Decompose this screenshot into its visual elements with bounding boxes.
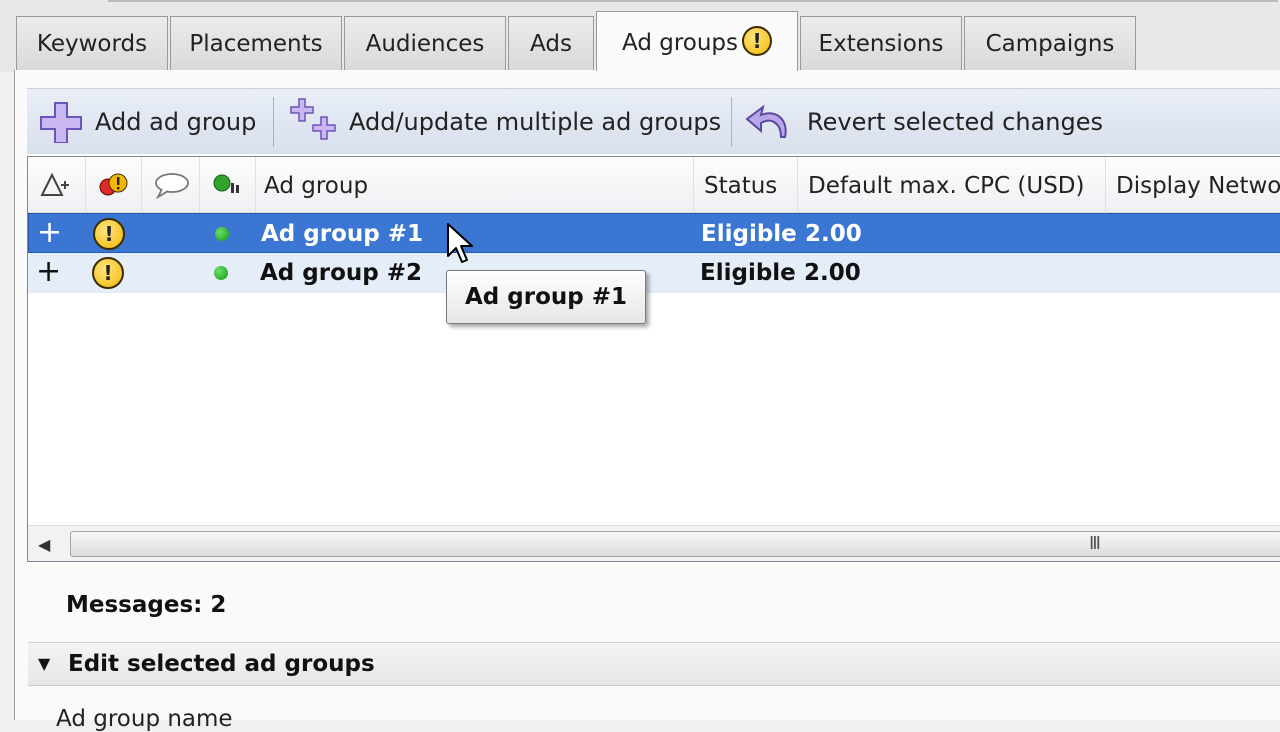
tab-audiences[interactable]: Audiences	[344, 16, 506, 70]
section-title: Edit selected ad groups	[68, 651, 375, 677]
tab-campaigns[interactable]: Campaigns	[964, 16, 1136, 70]
table-row[interactable]: + ! Ad group #2 Eligible 2.00	[28, 253, 1280, 293]
ad-group-cpc: 2.00	[804, 260, 861, 286]
ad-groups-grid: Ad group Status Default max. CPC (USD) D…	[27, 156, 1280, 562]
warning-icon: !	[93, 218, 125, 250]
column-header-comments[interactable]	[142, 157, 200, 213]
tab-extensions[interactable]: Extensions	[800, 16, 962, 70]
expand-button[interactable]: +	[37, 214, 62, 254]
status-icon	[213, 174, 239, 193]
revert-icon	[745, 104, 787, 138]
tab-ads[interactable]: Ads	[508, 16, 594, 70]
tab-ad-groups[interactable]: Ad groups!	[596, 11, 798, 71]
toolbar: Add ad group Add/update multiple ad grou…	[27, 88, 1280, 154]
revert-selected-changes-button[interactable]: Revert selected changes	[745, 89, 1105, 155]
change-delta-icon	[40, 172, 69, 196]
warning-icon: !	[742, 25, 773, 56]
tab-keywords[interactable]: Keywords	[16, 16, 168, 70]
ad-group-cpc: 2.00	[805, 221, 862, 247]
comment-icon	[155, 173, 189, 199]
column-header-status[interactable]: Status	[694, 157, 798, 213]
tab-placements[interactable]: Placements	[170, 16, 342, 70]
messages-count: Messages: 2	[66, 592, 227, 618]
toolbar-separator	[273, 97, 274, 147]
column-header-errors[interactable]	[86, 157, 142, 213]
status-dot-icon	[215, 227, 229, 241]
ad-group-status: Eligible	[700, 260, 796, 286]
column-header-display-network[interactable]: Display Netwo	[1106, 157, 1280, 213]
column-header-changes[interactable]	[28, 157, 86, 213]
collapse-triangle-icon[interactable]: ▼	[38, 643, 50, 685]
toolbar-separator	[731, 97, 732, 147]
scroll-left-arrow-icon[interactable]: ◀	[38, 535, 50, 554]
column-header-status-icon[interactable]	[200, 157, 256, 213]
grid-header: Ad group Status Default max. CPC (USD) D…	[28, 157, 1280, 213]
table-row[interactable]: + ! Ad group #1 Eligible 2.00	[28, 213, 1280, 253]
multi-plus-icon	[290, 98, 336, 140]
scrollbar-grip: III	[1089, 533, 1101, 554]
top-border	[108, 0, 1278, 2]
column-header-ad-group[interactable]: Ad group	[256, 157, 694, 213]
ad-group-name: Ad group #2	[260, 260, 422, 286]
scrollbar-thumb[interactable]: III	[70, 531, 1280, 557]
column-header-default-cpc[interactable]: Default max. CPC (USD)	[798, 157, 1106, 213]
ad-groups-panel: Add ad group Add/update multiple ad grou…	[14, 70, 1280, 720]
error-warning-icon	[99, 173, 128, 196]
add-ad-group-button[interactable]: Add ad group	[39, 89, 269, 155]
expand-button[interactable]: +	[36, 253, 61, 293]
edit-selected-ad-groups-section[interactable]: ▼ Edit selected ad groups	[28, 642, 1280, 686]
ad-group-name-label: Ad group name	[56, 706, 233, 732]
status-dot-icon	[214, 266, 228, 280]
add-multiple-ad-groups-button[interactable]: Add/update multiple ad groups	[289, 89, 729, 155]
warning-icon: !	[92, 257, 124, 289]
horizontal-scrollbar[interactable]: ◀ III	[28, 525, 1280, 561]
tooltip: Ad group #1	[446, 270, 646, 324]
tab-strip: Keywords Placements Audiences Ads Ad gro…	[0, 0, 1280, 72]
plus-icon	[40, 102, 82, 143]
ad-group-name: Ad group #1	[261, 221, 423, 247]
mouse-cursor-icon	[447, 223, 473, 263]
ad-group-status: Eligible	[701, 221, 797, 247]
